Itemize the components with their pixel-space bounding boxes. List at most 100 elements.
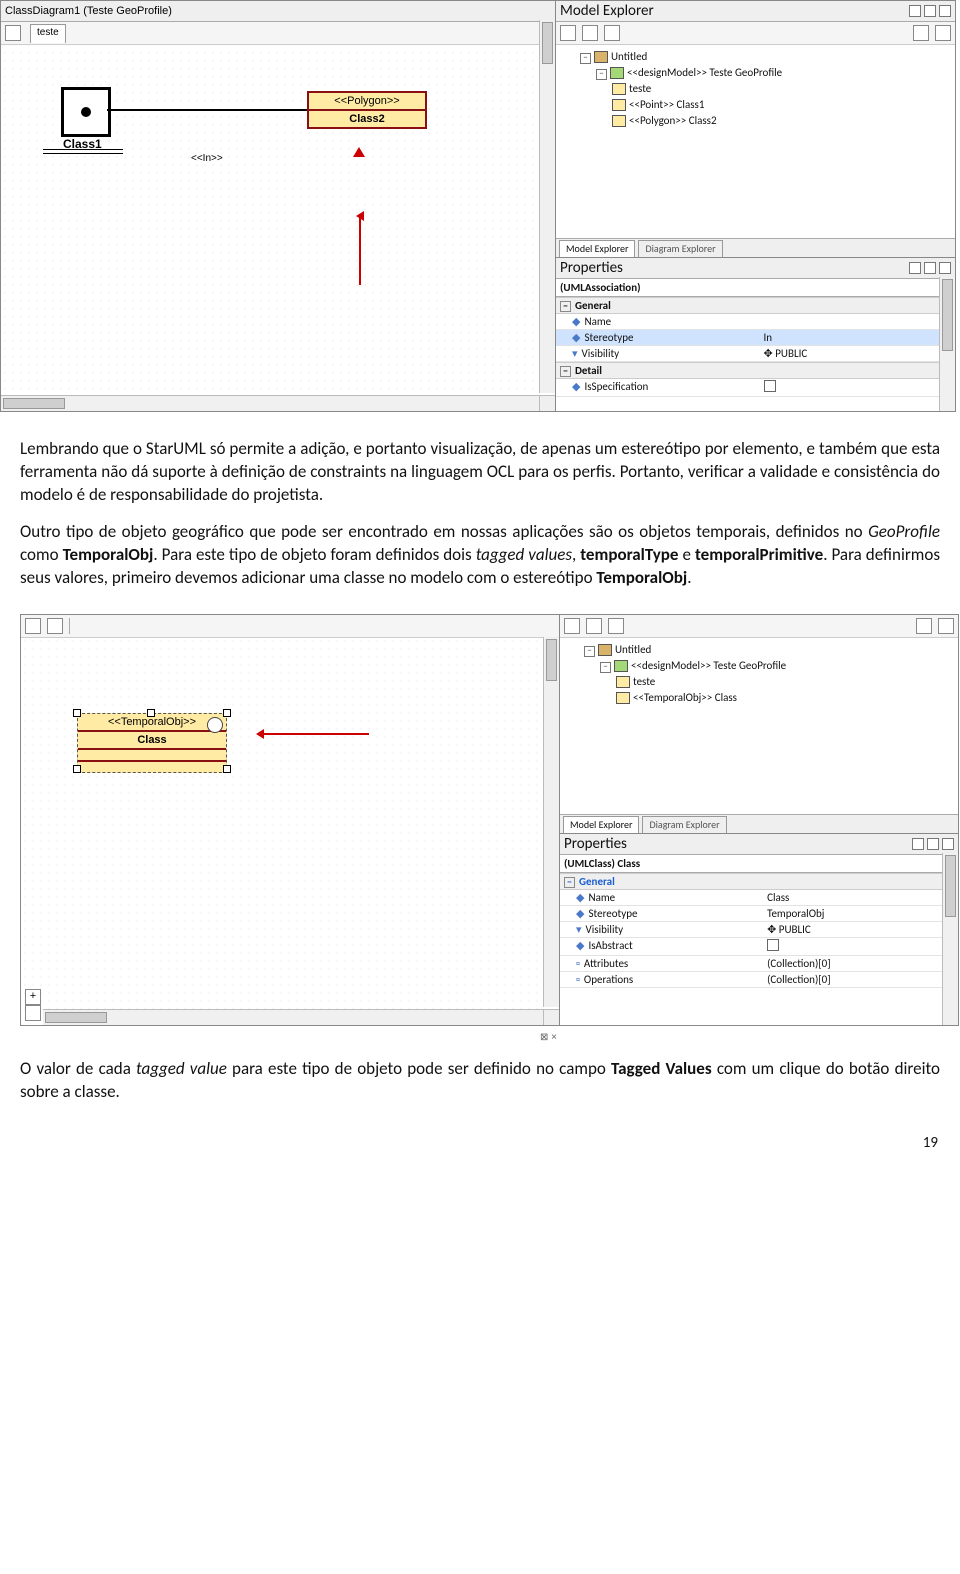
model-explorer-titlebar: Model Explorer	[556, 1, 955, 22]
screenshot-1: ClassDiagram1 (Teste GeoProfile) teste C…	[0, 0, 960, 412]
prop-visibility-2[interactable]: ▾Visibility✥ PUBLIC	[560, 922, 958, 938]
diagram-canvas-2[interactable]: <<TemporalObj>> Class	[21, 637, 544, 1010]
tool-icon[interactable]	[560, 25, 576, 41]
tab-model-explorer[interactable]: Model Explorer	[559, 240, 635, 257]
class2-node[interactable]: <<Polygon>> Class2	[307, 91, 427, 129]
model-tree[interactable]: −Untitled −<<designModel>> Teste GeoProf…	[556, 45, 955, 133]
window-button-icon[interactable]	[909, 5, 921, 17]
diagram-icon	[616, 676, 630, 688]
checkbox-icon[interactable]	[767, 939, 779, 951]
prop-name[interactable]: ◆Name	[556, 314, 955, 330]
resize-handle[interactable]	[147, 709, 155, 717]
tool-icon[interactable]	[604, 25, 620, 41]
resize-handle[interactable]	[223, 709, 231, 717]
tree-item-class2[interactable]: <<Polygon>> Class2	[629, 114, 717, 127]
window-button-icon[interactable]	[924, 262, 936, 274]
screenshot-2: <<TemporalObj>> Class +	[20, 614, 960, 1026]
window-button-icon[interactable]	[912, 838, 924, 850]
prop-isabstract[interactable]: ◆IsAbstract	[560, 938, 958, 956]
tree-item-temporal-class[interactable]: <<TemporalObj>> Class	[633, 691, 737, 704]
tool-icon[interactable]	[47, 618, 63, 634]
close-x-icon[interactable]: ⊠ ×	[540, 1032, 557, 1043]
section-general-2[interactable]: −General	[560, 873, 958, 890]
paragraph-1: Lembrando que o StarUML só permite a adi…	[20, 438, 940, 507]
class1-point-icon[interactable]	[61, 87, 111, 137]
prop-name-2[interactable]: ◆NameClass	[560, 890, 958, 906]
section-detail[interactable]: −Detail	[556, 362, 955, 379]
explorer-toolbar	[556, 22, 955, 45]
tree-design-model[interactable]: <<designModel>> Teste GeoProfile	[627, 66, 782, 79]
scroll-corner-2	[543, 1009, 559, 1025]
properties-titlebar: Properties	[556, 258, 955, 279]
class2-stereotype: <<Polygon>>	[309, 93, 425, 111]
temporal-class-name: Class	[78, 732, 226, 750]
diagram-tab-title[interactable]: ClassDiagram1 (Teste GeoProfile)	[5, 5, 551, 17]
prop-attributes[interactable]: ▫Attributes(Collection)[0]	[560, 956, 958, 972]
properties-grid[interactable]: (UMLAssociation) −General ◆Name ◆Stereot…	[556, 279, 955, 397]
properties-scrollbar[interactable]	[939, 277, 955, 411]
prop-stereotype-2[interactable]: ◆StereotypeTemporalObj	[560, 906, 958, 922]
properties-panel: Properties (UMLAssociation) −General ◆Na…	[556, 258, 956, 412]
section-general[interactable]: −General	[556, 297, 955, 314]
tool-icon[interactable]	[582, 25, 598, 41]
prop-visibility[interactable]: ▾Visibility✥ PUBLIC	[556, 346, 955, 362]
prop-operations[interactable]: ▫Operations(Collection)[0]	[560, 972, 958, 988]
tree-item-class1[interactable]: <<Point>> Class1	[629, 98, 704, 111]
tool-icon[interactable]	[586, 618, 602, 634]
tab-diagram-explorer[interactable]: Diagram Explorer	[638, 240, 722, 257]
up-arrow-icon[interactable]	[913, 25, 929, 41]
horizontal-scrollbar[interactable]	[1, 395, 540, 411]
prop-isspecification[interactable]: ◆IsSpecification	[556, 379, 955, 397]
scroll-corner	[539, 395, 555, 411]
resize-handle[interactable]	[73, 765, 81, 773]
properties-header-2: (UMLClass) Class	[560, 855, 958, 873]
prop-stereotype[interactable]: ◆StereotypeIn	[556, 330, 955, 346]
tab-model-explorer-2[interactable]: Model Explorer	[563, 816, 639, 833]
properties-panel-2: Properties (UMLClass) Class −General ◆Na…	[559, 834, 959, 1026]
explorer-tabs: Model Explorer Diagram Explorer	[556, 238, 955, 257]
window-close-icon[interactable]	[942, 838, 954, 850]
resize-handle[interactable]	[73, 709, 81, 717]
model-explorer-title: Model Explorer	[560, 2, 906, 20]
class-icon	[612, 115, 626, 127]
diagram-toolbar-2	[21, 615, 559, 638]
tool-icon[interactable]	[608, 618, 624, 634]
tree-root[interactable]: Untitled	[611, 50, 647, 63]
tab-diagram-explorer-2[interactable]: Diagram Explorer	[642, 816, 726, 833]
vertical-scrollbar-2[interactable]	[543, 637, 559, 1007]
resize-handle[interactable]	[223, 765, 231, 773]
tree-root-2[interactable]: Untitled	[615, 643, 651, 656]
window-close-icon[interactable]	[939, 262, 951, 274]
teste-tab[interactable]: teste	[30, 24, 66, 43]
class1-underline2	[43, 153, 123, 154]
window-button-icon[interactable]	[927, 838, 939, 850]
properties-grid-2[interactable]: (UMLClass) Class −General ◆NameClass ◆St…	[560, 855, 958, 988]
model-explorer-panel: Model Explorer −Untitled	[556, 0, 956, 258]
tree-item-teste[interactable]: teste	[629, 82, 651, 95]
association-stereotype: <<In>>	[191, 153, 223, 164]
window-button-icon[interactable]	[924, 5, 936, 17]
toolbar-icon[interactable]	[5, 25, 21, 41]
properties-scrollbar-2[interactable]	[942, 853, 958, 1025]
window-button-icon[interactable]	[909, 262, 921, 274]
red-arrow-2	[259, 733, 369, 735]
diagram-canvas[interactable]: Class1 <<In>> <<Polygon>> Class2	[1, 41, 540, 396]
panel-button[interactable]	[25, 1005, 41, 1021]
association-line[interactable]	[107, 109, 307, 111]
tree-design-model-2[interactable]: <<designModel>> Teste GeoProfile	[631, 659, 786, 672]
tool-icon[interactable]	[25, 618, 41, 634]
down-arrow-icon[interactable]	[938, 618, 954, 634]
window-close-icon[interactable]	[939, 5, 951, 17]
diagram-titlebar: ClassDiagram1 (Teste GeoProfile)	[1, 1, 555, 22]
model-tree-2[interactable]: −Untitled −<<designModel>> Teste GeoProf…	[560, 638, 958, 710]
plus-button[interactable]: +	[25, 989, 41, 1005]
down-arrow-icon[interactable]	[935, 25, 951, 41]
tree-item-teste-2[interactable]: teste	[633, 675, 655, 688]
temporal-class-node[interactable]: <<TemporalObj>> Class	[77, 713, 227, 773]
up-arrow-icon[interactable]	[916, 618, 932, 634]
horizontal-scrollbar-2[interactable]	[43, 1009, 544, 1025]
tool-icon[interactable]	[564, 618, 580, 634]
vertical-scrollbar[interactable]	[539, 20, 555, 393]
checkbox-icon[interactable]	[764, 380, 776, 392]
model-icon	[594, 51, 608, 63]
